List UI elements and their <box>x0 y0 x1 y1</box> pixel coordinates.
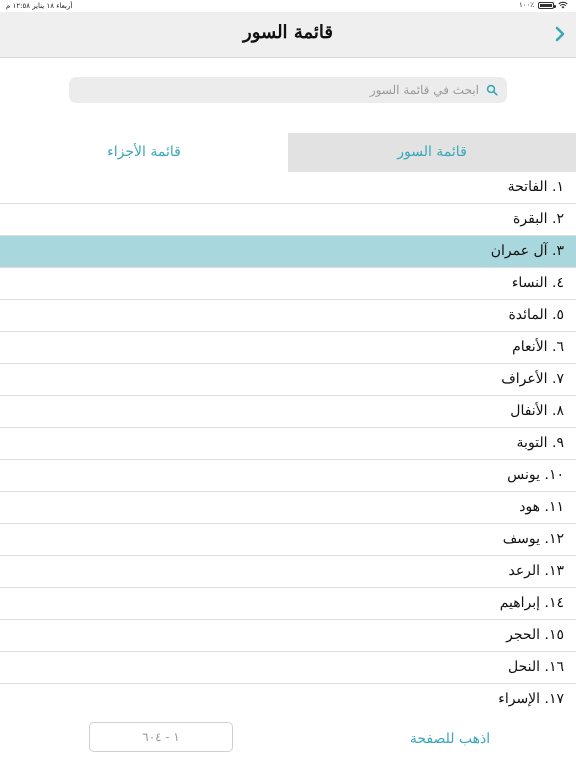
go-to-page-button[interactable]: اذهب للصفحة <box>405 728 495 750</box>
status-datetime: أربعاء ١٨ يناير ١٢:٥٨ م <box>6 2 73 10</box>
surah-list-item[interactable]: ١٧. الإسراء <box>0 684 576 710</box>
surah-list-item[interactable]: ١١. هود <box>0 492 576 524</box>
wifi-icon <box>558 1 568 9</box>
surah-list-item[interactable]: ١. الفاتحة <box>0 172 576 204</box>
surah-list-item[interactable]: ١٥. الحجر <box>0 620 576 652</box>
surah-list-item[interactable]: ٧. الأعراف <box>0 364 576 396</box>
tab-surah-list[interactable]: قائمة السور <box>288 133 576 172</box>
page-number-input[interactable] <box>89 722 233 752</box>
status-indicators: ٪١٠٠ <box>519 1 568 9</box>
surah-list-item[interactable]: ١٠. يونس <box>0 460 576 492</box>
list-tabs: قائمة الأجزاء قائمة السور <box>0 133 576 172</box>
surah-list-item[interactable]: ١٦. النحل <box>0 652 576 684</box>
surah-list-item[interactable]: ١٢. يوسف <box>0 524 576 556</box>
chevron-right-icon[interactable] <box>550 24 570 44</box>
battery-percent: ٪١٠٠ <box>518 1 534 9</box>
surah-list-item[interactable]: ١٣. الرعد <box>0 556 576 588</box>
search-bar <box>69 77 507 103</box>
search-icon <box>486 84 498 96</box>
bottom-toolbar: اذهب للصفحة <box>0 710 576 768</box>
tab-juz-list[interactable]: قائمة الأجزاء <box>0 133 288 172</box>
surah-list-item[interactable]: ٨. الأنفال <box>0 396 576 428</box>
surah-list-item[interactable]: ٦. الأنعام <box>0 332 576 364</box>
status-bar: أربعاء ١٨ يناير ١٢:٥٨ م ٪١٠٠ <box>0 0 576 12</box>
surah-list-item[interactable]: ٥. المائدة <box>0 300 576 332</box>
surah-list-item[interactable]: ٣. آل عمران <box>0 236 576 268</box>
battery-icon <box>538 1 556 9</box>
navigation-bar: قائمة السور <box>0 12 576 58</box>
surah-list-item[interactable]: ٤. النساء <box>0 268 576 300</box>
battery-level <box>540 3 552 7</box>
page-title: قائمة السور <box>243 22 333 43</box>
surah-list-item[interactable]: ٢. البقرة <box>0 204 576 236</box>
surah-list[interactable]: ١. الفاتحة ٢. البقرة ٣. آل عمران ٤. النساء ٥… <box>0 172 576 710</box>
surah-list-item[interactable]: ١٤. إبراهيم <box>0 588 576 620</box>
search-input[interactable] <box>77 77 479 103</box>
surah-list-item[interactable]: ٩. التوبة <box>0 428 576 460</box>
